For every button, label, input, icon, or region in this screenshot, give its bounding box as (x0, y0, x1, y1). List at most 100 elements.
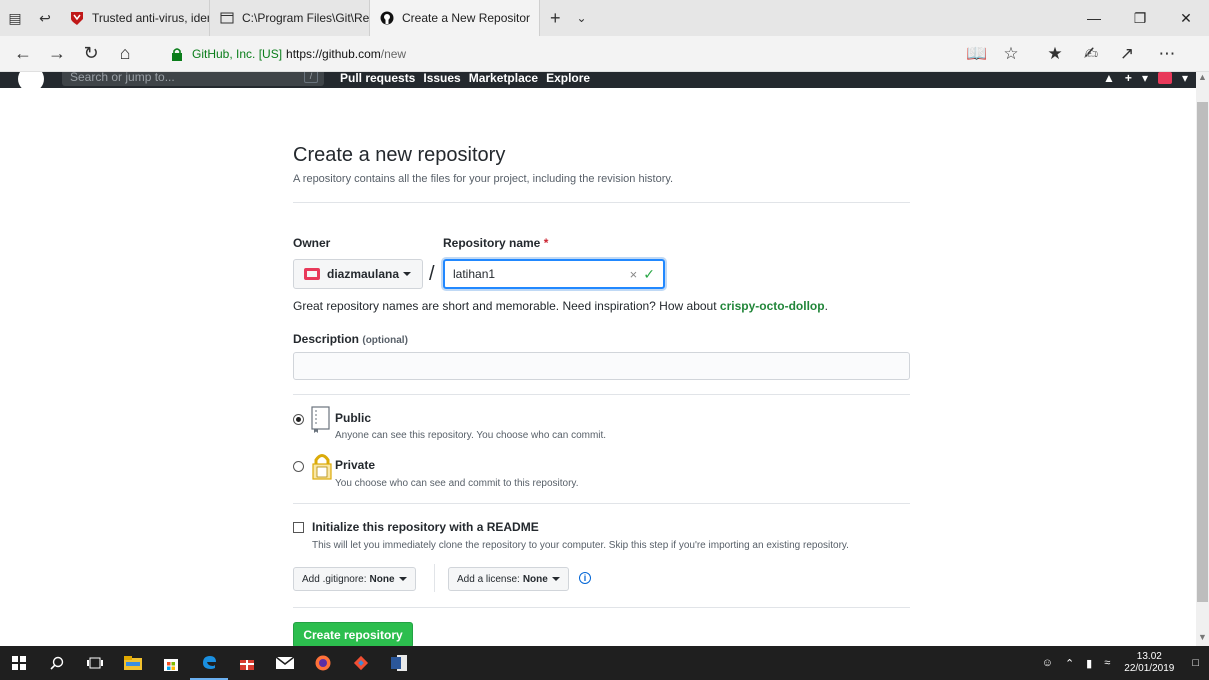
divider (293, 607, 910, 608)
tray-overflow-icon[interactable]: ⌃ (1059, 657, 1080, 670)
clock-date: 22/01/2019 (1124, 663, 1175, 674)
scroll-thumb[interactable] (1197, 102, 1208, 602)
favorite-star-icon[interactable]: ☆ (993, 36, 1029, 72)
browser-tab-bar: ▤ ↩ Trusted anti-virus, identity n C:\Pr… (0, 0, 1209, 36)
url-host: https://github.com (286, 47, 381, 61)
address-bar[interactable]: GitHub, Inc. [US] https://github.com/new (170, 42, 1015, 66)
scroll-down-icon[interactable]: ▼ (1196, 632, 1209, 646)
chevron-down-icon[interactable]: ▾ (1142, 72, 1148, 84)
scroll-up-icon[interactable]: ▲ (1196, 72, 1209, 86)
owner-select[interactable]: diazmaulana (293, 259, 423, 289)
nav-explore[interactable]: Explore (546, 72, 590, 84)
description-input[interactable] (293, 352, 910, 380)
optional-tag: (optional) (362, 335, 408, 346)
share-icon[interactable]: ↗ (1109, 36, 1145, 72)
gift-icon[interactable] (228, 646, 266, 680)
firefox-icon[interactable] (304, 646, 342, 680)
private-radio[interactable] (293, 461, 304, 472)
repo-book-icon (311, 406, 330, 433)
file-explorer-icon[interactable] (114, 646, 152, 680)
page-scrollbar[interactable]: ▲ ▼ (1196, 72, 1209, 646)
repo-name-input[interactable]: latihan1 × ✓ (443, 259, 665, 289)
create-repository-button[interactable]: Create repository (293, 622, 413, 648)
restore-tabs-icon[interactable]: ↩ (30, 0, 60, 36)
people-icon[interactable]: ☺ (1036, 657, 1059, 669)
required-mark: * (543, 236, 549, 250)
license-label: Add a license: (457, 573, 520, 585)
tab-preview-chevron-icon[interactable]: ⌄ (571, 11, 593, 25)
back-icon[interactable]: ← (6, 36, 40, 72)
windows-taskbar: ☺ ⌃ ▮ ≈ 13.02 22/01/2019 □ (0, 646, 1209, 680)
mail-icon[interactable] (266, 646, 304, 680)
divider (293, 503, 910, 504)
web-note-icon[interactable]: ✍ (1073, 36, 1109, 72)
search-input[interactable]: Search or jump to... / (62, 72, 324, 86)
mcafee-shield-icon (70, 10, 84, 26)
store-icon[interactable] (152, 646, 190, 680)
suggested-name-link[interactable]: crispy-octo-dollop (720, 299, 825, 313)
slash-key-hint: / (304, 72, 318, 83)
github-nav: Pull requests Issues Marketplace Explore (340, 72, 590, 84)
select-divider (434, 564, 435, 592)
avatar[interactable] (1157, 72, 1172, 84)
task-view-icon[interactable] (76, 646, 114, 680)
git-icon[interactable] (342, 646, 380, 680)
site-identity: GitHub, Inc. [US] (192, 47, 283, 61)
lock-icon (172, 48, 182, 61)
github-logo-icon[interactable] (18, 72, 44, 88)
gitignore-value: None (369, 573, 395, 585)
repo-name-label-text: Repository name (443, 236, 541, 250)
caret-down-icon (398, 577, 407, 581)
license-select[interactable]: Add a license: None (448, 567, 569, 591)
caret-down-icon (551, 577, 560, 581)
tab-label: Create a New Repositor (402, 11, 531, 25)
github-header-right: ▲ + ▾ ▾ (1103, 72, 1188, 84)
favorites-hub-icon[interactable]: ★ (1037, 36, 1073, 72)
browser-nav-bar: ← → ↻ ⌂ GitHub, Inc. [US] https://github… (0, 36, 1209, 72)
gitignore-select[interactable]: Add .gitignore: None (293, 567, 416, 591)
bell-icon[interactable]: ▲ (1103, 72, 1115, 84)
url-path: /new (380, 47, 407, 61)
search-icon[interactable] (38, 646, 76, 680)
set-aside-tabs-icon[interactable]: ▤ (0, 0, 30, 36)
clear-icon[interactable]: × (630, 267, 638, 282)
clock[interactable]: 13.02 22/01/2019 (1116, 651, 1182, 675)
readme-title: Initialize this repository with a README (312, 520, 539, 534)
word-icon[interactable] (380, 646, 418, 680)
chevron-down-icon[interactable]: ▾ (1182, 72, 1188, 84)
tab-label: C:\Program Files\Git\Releas (242, 11, 370, 25)
owner-value: diazmaulana (327, 267, 400, 281)
tab-git-releases[interactable]: C:\Program Files\Git\Releas (210, 0, 370, 36)
public-note: Anyone can see this repository. You choo… (335, 430, 607, 441)
forward-icon[interactable]: → (40, 36, 74, 72)
system-tray: ☺ ⌃ ▮ ≈ 13.02 22/01/2019 □ (1036, 646, 1209, 680)
nav-pull-requests[interactable]: Pull requests (340, 72, 415, 84)
nav-marketplace[interactable]: Marketplace (469, 72, 538, 84)
reading-view-icon[interactable]: 📖 (959, 36, 995, 72)
repo-name-value: latihan1 (453, 267, 496, 281)
refresh-icon[interactable]: ↻ (74, 36, 108, 72)
edge-icon[interactable] (190, 646, 228, 680)
caret-down-icon (403, 272, 412, 276)
info-icon[interactable]: i (579, 572, 591, 584)
window-controls: — ❐ ✕ (1071, 0, 1209, 36)
new-tab-icon[interactable]: + (540, 8, 571, 29)
start-icon[interactable] (0, 646, 38, 680)
more-menu-icon[interactable]: ⋯ (1149, 36, 1185, 72)
repo-name-hint: Great repository names are short and mem… (293, 299, 828, 313)
nav-issues[interactable]: Issues (423, 72, 460, 84)
battery-icon[interactable]: ▮ (1080, 657, 1098, 670)
close-window-icon[interactable]: ✕ (1163, 0, 1209, 36)
notifications-icon[interactable]: □ (1182, 657, 1209, 669)
minimize-icon[interactable]: — (1071, 0, 1117, 36)
wifi-icon[interactable]: ≈ (1098, 657, 1116, 669)
readme-checkbox[interactable] (293, 522, 304, 533)
lock-icon (312, 454, 332, 480)
home-icon[interactable]: ⌂ (108, 36, 142, 72)
tab-create-repository[interactable]: Create a New Repositor ✕ (370, 0, 540, 36)
tab-mcafee[interactable]: Trusted anti-virus, identity n (60, 0, 210, 36)
readme-note: This will let you immediately clone the … (312, 540, 849, 551)
plus-icon[interactable]: + (1125, 72, 1132, 84)
maximize-icon[interactable]: ❐ (1117, 0, 1163, 36)
public-radio[interactable] (293, 414, 304, 425)
